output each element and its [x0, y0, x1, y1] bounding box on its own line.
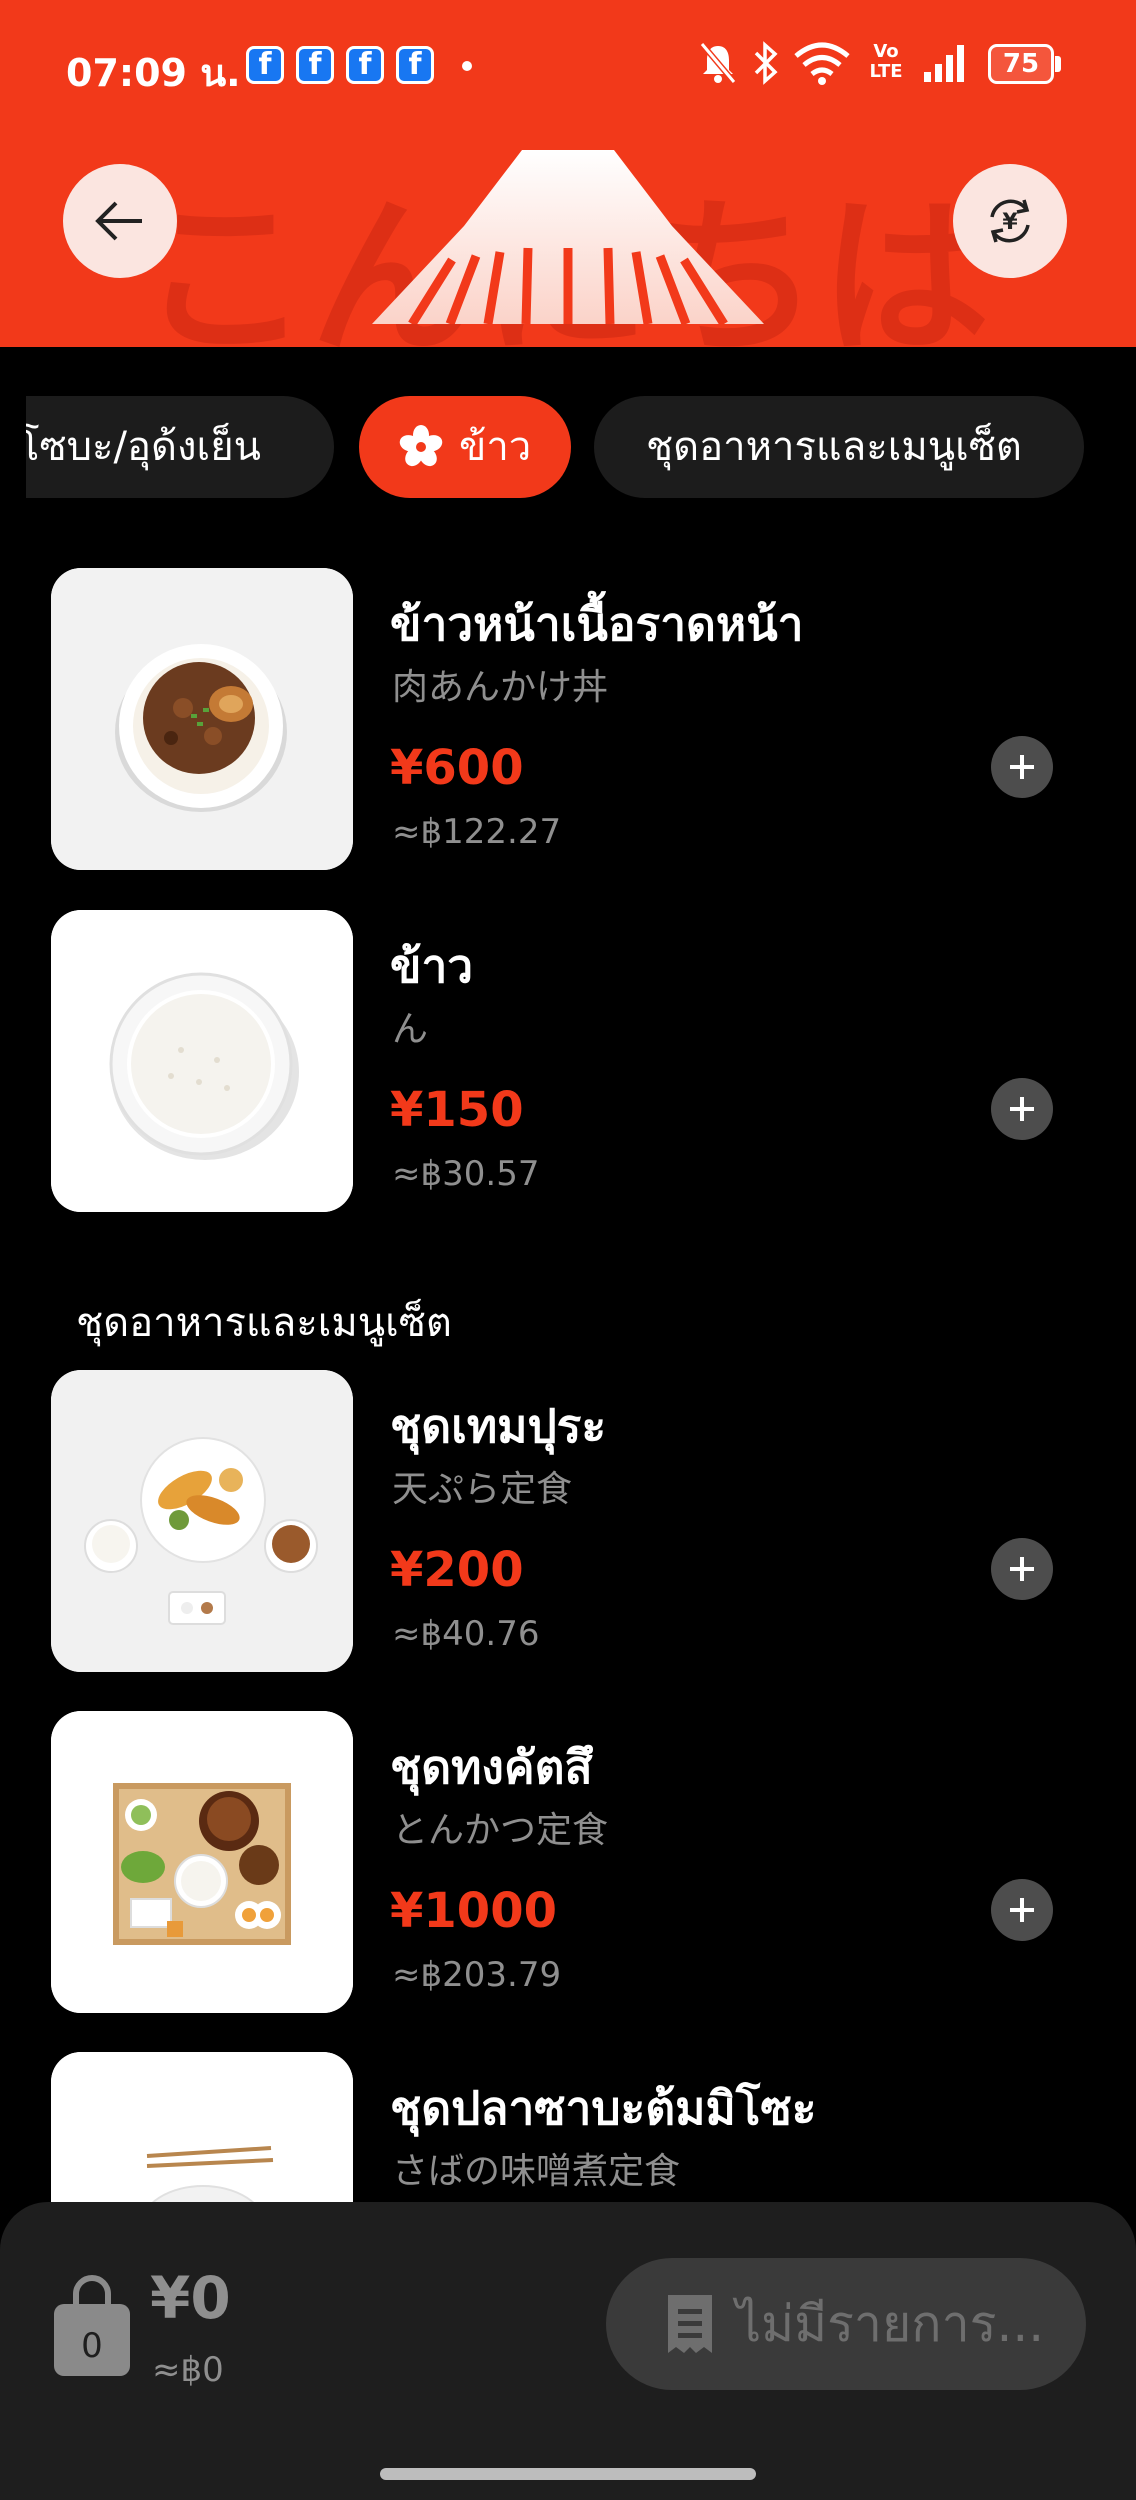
signal-icon: [924, 45, 964, 82]
add-button[interactable]: [991, 736, 1053, 798]
yen-exchange-icon: ¥: [990, 199, 1030, 243]
receipt-icon: [668, 2295, 712, 2353]
home-indicator[interactable]: [380, 2468, 756, 2480]
cart-total-thb: ≈฿0: [152, 2350, 224, 2390]
volte-label: Vo LTE: [869, 41, 903, 82]
wifi-icon: [794, 42, 850, 85]
beef-rice-bowl-image: [51, 568, 353, 870]
plus-icon: [1010, 755, 1034, 779]
item-subtitle: ん: [392, 1009, 429, 1050]
item-name: ข้าวหน้าเนื้อราดหน้า: [390, 597, 804, 651]
bluetooth-icon: [754, 41, 778, 85]
item-subtitle: さばの味噌煮定食: [392, 2151, 681, 2192]
currency-exchange-button[interactable]: ¥: [953, 164, 1067, 278]
tab-set-meals[interactable]: ชุดอาหารและเมนูเซ็ต: [594, 396, 1084, 498]
rice-bowl-image: [51, 910, 353, 1212]
add-button[interactable]: [991, 1078, 1053, 1140]
order-button-label: ไม่มีรายการ...: [736, 2294, 1045, 2353]
order-button[interactable]: ไม่มีรายการ...: [606, 2258, 1086, 2390]
cart-total: ¥0: [150, 2264, 231, 2332]
item-name: ชุดทงคัตสึ: [390, 1740, 593, 1794]
plus-icon: [1010, 1557, 1034, 1581]
menu-item[interactable]: ข้าว ん ¥150 ≈฿30.57: [0, 910, 1136, 1214]
item-price: ¥200: [390, 1542, 524, 1598]
item-name: ข้าว: [390, 939, 474, 993]
food-image: [51, 1711, 353, 2013]
item-name: ชุดเทมปุระ: [390, 1399, 607, 1453]
battery-indicator: 75: [988, 44, 1054, 84]
cart-count: 0: [81, 2326, 103, 2366]
section-title: ชุดอาหารและเมนูเซ็ต: [76, 1300, 452, 1346]
plus-icon: [1010, 1898, 1034, 1922]
food-image: [51, 1370, 353, 1672]
item-subtitle: 天ぷら定食: [392, 1469, 573, 1510]
item-subtitle: 肉あんかけ丼: [392, 667, 609, 708]
more-notifications-dot: [462, 61, 472, 71]
plus-icon: [1010, 1097, 1034, 1121]
back-button[interactable]: [63, 164, 177, 278]
svg-text:¥: ¥: [1002, 210, 1018, 235]
arrow-left-icon: [95, 201, 142, 241]
tab-rice-label: ข้าว: [459, 424, 532, 470]
cart-bar: 0 ¥0 ≈฿0 ไม่มีรายการ...: [0, 2202, 1136, 2500]
food-image: [51, 910, 353, 1212]
item-subtitle: とんかつ定食: [392, 1810, 609, 1851]
facebook-icon: f: [296, 46, 334, 84]
item-price-thb: ≈฿40.76: [392, 1614, 540, 1654]
menu-item[interactable]: ชุดทงคัตสึ とんかつ定食 ¥1000 ≈฿203.79: [0, 1711, 1136, 2015]
tab-rice[interactable]: ข้าว: [359, 396, 572, 498]
bell-off-icon: [699, 42, 737, 84]
add-button[interactable]: [991, 1879, 1053, 1941]
food-image: [51, 568, 353, 870]
sakura-icon: [399, 425, 443, 467]
item-price-thb: ≈฿203.79: [392, 1955, 562, 1995]
tab-soba-udon[interactable]: โซบะ/อุด้งเย็น: [26, 396, 334, 498]
menu-item[interactable]: ชุดเทมปุระ 天ぷら定食 ¥200 ≈฿40.76: [0, 1370, 1136, 1674]
item-price-thb: ≈฿122.27: [392, 812, 562, 852]
battery-tip: [1055, 56, 1061, 72]
mount-fuji-icon: [372, 150, 764, 324]
category-tabs: โซบะ/อุด้งเย็น ข้าว ชุดอาหารและเมนูเซ็ต: [26, 396, 1136, 500]
item-price: ¥150: [390, 1082, 524, 1138]
item-price: ¥1000: [390, 1883, 557, 1939]
add-button[interactable]: [991, 1538, 1053, 1600]
tonkatsu-set-image: [51, 1711, 353, 2013]
tempura-set-image: [51, 1370, 353, 1672]
item-price: ¥600: [390, 740, 524, 796]
header: こんにちは 07:09 น. f f f f Vo LTE 7: [0, 0, 1136, 347]
facebook-icon: f: [246, 46, 284, 84]
facebook-icon: f: [396, 46, 434, 84]
item-price-thb: ≈฿30.57: [392, 1154, 540, 1194]
status-time: 07:09 น.: [66, 51, 241, 95]
menu-item[interactable]: ข้าวหน้าเนื้อราดหน้า 肉あんかけ丼 ¥600 ≈฿122.2…: [0, 568, 1136, 872]
facebook-icon: f: [346, 46, 384, 84]
status-bar: 07:09 น. f f f f Vo LTE 75: [0, 0, 1136, 130]
item-name: ชุดปลาซาบะต้มมิโซะ: [390, 2081, 817, 2135]
